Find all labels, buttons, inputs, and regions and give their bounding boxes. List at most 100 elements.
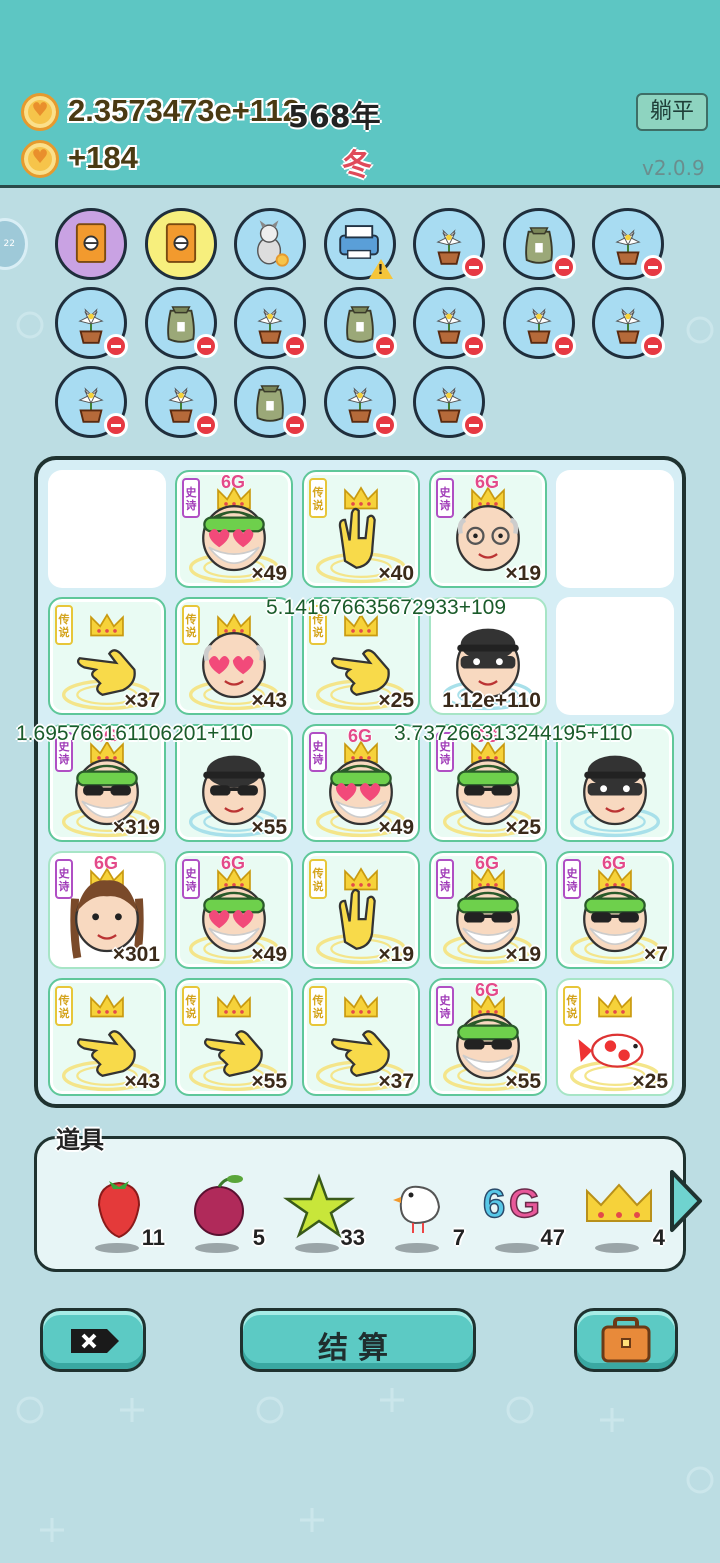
remove-badge-icon[interactable]	[462, 413, 486, 437]
lie-flat-button[interactable]: 躺平	[636, 93, 708, 131]
hero-cell[interactable]: 史诗 6G ×7	[556, 851, 674, 969]
inventory-slot[interactable]	[55, 366, 128, 438]
item-shadow	[495, 1243, 539, 1253]
year-counter: 568年	[288, 100, 381, 135]
items-panel: 11 5 33 7 6 G 47 4	[34, 1136, 686, 1272]
remove-badge-icon[interactable]	[193, 334, 218, 358]
remove-badge-icon[interactable]	[462, 255, 486, 279]
hero-count: 1.12e+110	[442, 689, 541, 712]
6g-tag: 6G	[475, 853, 499, 874]
empty-board-cell[interactable]	[48, 470, 166, 588]
inventory-slot[interactable]	[323, 366, 397, 438]
season-label: 冬	[342, 148, 372, 183]
item-white-bird[interactable]: 7	[375, 1167, 471, 1257]
inventory-slot[interactable]	[55, 287, 128, 359]
inventory-slot[interactable]	[502, 287, 576, 359]
inventory-slot[interactable]	[323, 208, 396, 280]
hero-cell[interactable]: 史诗 6G ×19	[429, 851, 547, 969]
briefcase-icon	[601, 1317, 651, 1363]
svg-text:G: G	[509, 1182, 540, 1226]
6g-tag: 6G	[475, 980, 499, 1001]
settle-label: 结算	[318, 1331, 398, 1366]
rank-badge: 史诗	[55, 859, 73, 899]
hero-cell[interactable]: 史诗 6G ×49	[175, 470, 293, 588]
remove-badge-icon[interactable]	[641, 255, 665, 279]
hero-cell[interactable]: 传说 ×55	[175, 978, 293, 1096]
item-qty: 33	[340, 1225, 365, 1250]
inventory-slot[interactable]	[413, 366, 486, 438]
remove-badge-icon[interactable]	[551, 334, 576, 358]
settle-button[interactable]: 结算	[240, 1308, 476, 1372]
remove-badge-icon[interactable]	[372, 334, 397, 358]
rank-badge: 传说	[55, 986, 73, 1026]
6g-tag-text: 6G	[475, 853, 500, 873]
remove-badge-icon[interactable]	[283, 334, 307, 358]
items-label: 道具	[56, 1126, 104, 1154]
remove-badge-icon[interactable]	[641, 334, 665, 358]
rank-badge: 传说	[309, 478, 327, 518]
item-qty: 4	[652, 1225, 665, 1250]
hero-cell[interactable]: 传说 ×40	[302, 470, 420, 588]
item-shadow	[295, 1243, 339, 1253]
remove-badge-icon[interactable]	[462, 334, 486, 358]
inventory-slot[interactable]	[144, 287, 218, 359]
inventory-slot[interactable]	[323, 287, 397, 359]
6g-tag-text: 6G	[348, 726, 373, 746]
next-arrow-icon[interactable]	[666, 1168, 706, 1234]
hero-count: ×37	[378, 1070, 414, 1093]
hero-count: ×319	[112, 816, 160, 839]
item-shadow	[595, 1243, 639, 1253]
hero-cell[interactable]: 传说 ×25	[556, 978, 674, 1096]
inventory-slot[interactable]	[234, 287, 307, 359]
inventory-slot[interactable]	[234, 366, 307, 438]
rank-badge: 传说	[55, 605, 73, 645]
inventory-slot[interactable]	[592, 208, 665, 280]
hero-count: ×49	[251, 943, 287, 966]
remove-badge-icon[interactable]	[104, 413, 128, 437]
top-status-bar: 2.3573473e+112 +184 568年 冬 躺平 v2.0.9	[0, 0, 720, 188]
hero-cell[interactable]: 史诗 6G ×49	[175, 851, 293, 969]
inventory-slot[interactable]	[413, 287, 486, 359]
hero-cell[interactable]: 史诗 6G ×19	[429, 470, 547, 588]
6g-tag: 6G	[221, 853, 245, 874]
inventory-slot[interactable]	[234, 208, 306, 280]
hero-cell[interactable]: 史诗 6G ×55	[429, 978, 547, 1096]
item-crown[interactable]: 4	[575, 1167, 671, 1257]
hero-cell[interactable]: 传说 ×43	[48, 978, 166, 1096]
item-strawberry[interactable]: 11	[75, 1167, 171, 1257]
inventory-slot[interactable]	[413, 208, 486, 280]
hero-count: ×49	[251, 562, 287, 585]
item-bayberry[interactable]: 5	[175, 1167, 271, 1257]
remove-badge-icon[interactable]	[193, 413, 218, 437]
warning-badge-icon	[368, 259, 393, 279]
rank-badge: 史诗	[182, 859, 200, 899]
6g-tag-text: 6G	[602, 853, 627, 873]
remove-badge-icon[interactable]	[283, 413, 307, 437]
hero-cell[interactable]: 传说 ×19	[302, 851, 420, 969]
item-star[interactable]: 33	[275, 1167, 371, 1257]
rank-badge: 史诗	[436, 859, 454, 899]
item-6g[interactable]: 6 G 47	[475, 1167, 571, 1257]
empty-board-cell[interactable]	[556, 470, 674, 588]
empty-board-cell[interactable]	[556, 597, 674, 715]
rank-badge: 传说	[563, 986, 581, 1026]
inventory-slot[interactable]	[144, 366, 218, 438]
6g-tag-text: 6G	[221, 472, 246, 492]
hero-count: ×19	[505, 943, 541, 966]
inventory-slot[interactable]	[502, 208, 576, 280]
remove-badge-icon[interactable]	[551, 255, 576, 279]
inventory-slot[interactable]	[55, 208, 127, 280]
item-qty: 11	[141, 1225, 165, 1250]
bag-button[interactable]	[574, 1308, 678, 1372]
inventory-slot[interactable]	[592, 287, 665, 359]
rank-badge: 史诗	[436, 986, 454, 1026]
inventory-slot[interactable]	[144, 208, 217, 280]
hero-cell[interactable]: 史诗 6G ×301	[48, 851, 166, 969]
close-button[interactable]	[40, 1308, 146, 1372]
remove-badge-icon[interactable]	[372, 413, 397, 437]
6g-tag-text: 6G	[221, 853, 246, 873]
rank-badge: 传说	[182, 605, 200, 645]
hero-cell[interactable]: 传说 ×37	[302, 978, 420, 1096]
remove-badge-icon[interactable]	[104, 334, 128, 358]
hero-cell[interactable]: 传说 ×37	[48, 597, 166, 715]
